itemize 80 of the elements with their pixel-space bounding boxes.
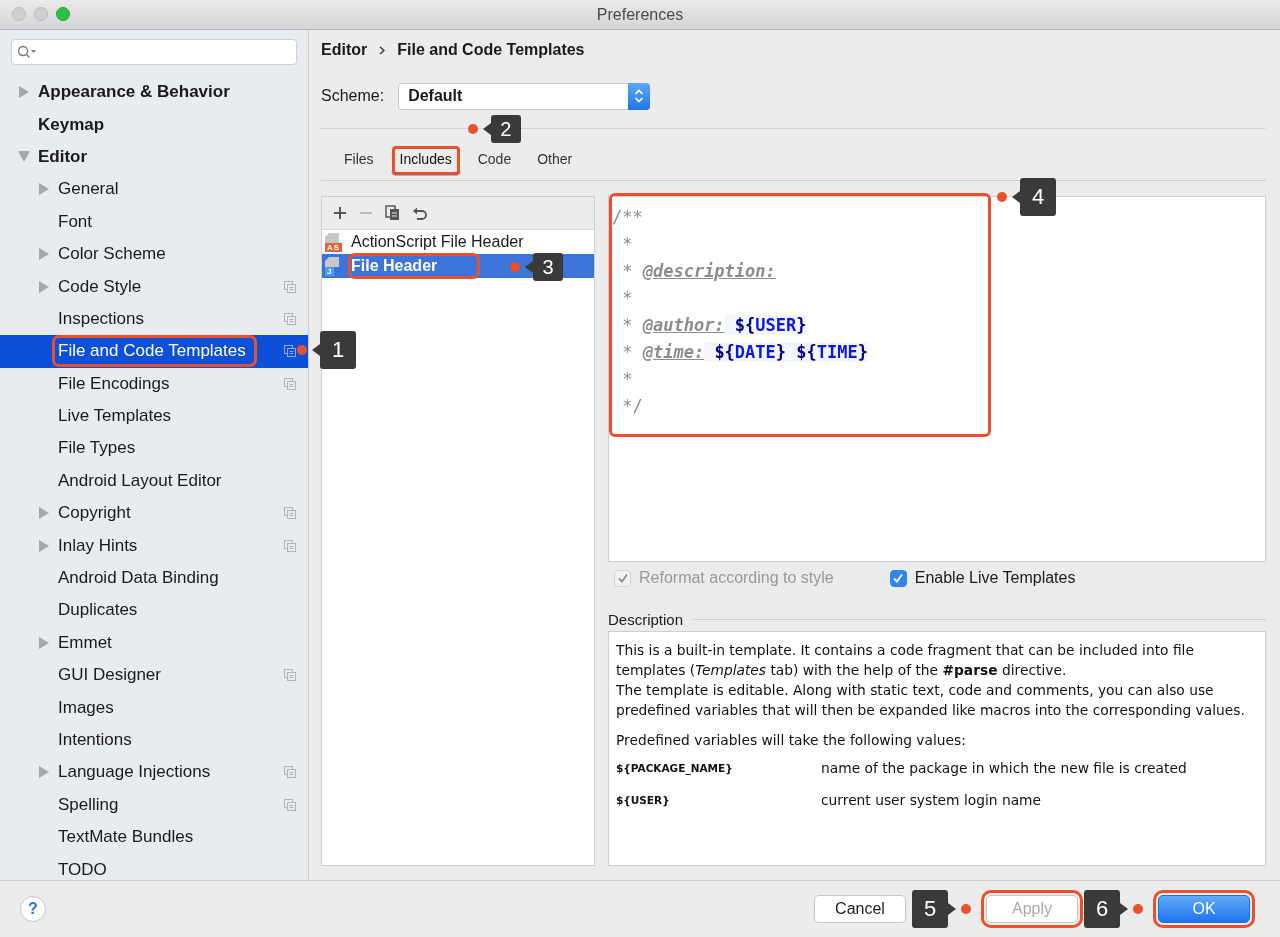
sidebar-item[interactable]: Live Templates <box>0 399 308 433</box>
code-line: /** <box>612 206 644 229</box>
add-icon[interactable] <box>333 206 347 220</box>
sidebar-item[interactable]: GUI Designer <box>0 659 308 692</box>
code-line: * <box>621 368 634 391</box>
minimize-button[interactable] <box>34 7 48 21</box>
breadcrumb-item: File and Code Templates <box>397 41 585 59</box>
sidebar-item[interactable]: File Encodings <box>0 367 308 400</box>
sidebar-item[interactable]: Copyright <box>0 497 308 530</box>
sidebar-item[interactable]: TODO <box>0 853 308 886</box>
sidebar-item[interactable]: Android Data Binding <box>0 561 308 595</box>
search-icon <box>17 45 37 59</box>
sidebar-item[interactable]: Code Style <box>0 270 308 303</box>
code-line: * @author: ${USER} <box>621 314 808 337</box>
scheme-dropdown[interactable]: Default <box>398 82 651 110</box>
checkbox-label: Reformat according to style <box>639 569 834 587</box>
sidebar-item[interactable]: Inlay Hints <box>0 529 308 562</box>
checkbox-label: Enable Live Templates <box>914 569 1076 587</box>
up-down-chevron-icon <box>634 88 645 104</box>
copy-icon[interactable] <box>385 205 400 221</box>
checkbox[interactable] <box>889 569 907 587</box>
scheme-label: Scheme: <box>321 87 385 105</box>
sidebar-item[interactable]: Spelling <box>0 788 308 821</box>
variable-description: current user system login name <box>821 791 1042 810</box>
expand-arrow-icon[interactable] <box>18 86 29 99</box>
breadcrumb-item[interactable]: Editor <box>321 41 368 59</box>
description-text: Predefined variables will take the following values: <box>616 731 967 750</box>
sidebar-item[interactable]: TextMate Bundles <box>0 821 308 854</box>
variable-description: name of the package in which the new file is created <box>821 759 1187 778</box>
tab[interactable]: Other <box>528 145 582 176</box>
expand-arrow-icon[interactable] <box>38 539 49 552</box>
file-type-badge: J <box>325 266 335 276</box>
file-type-badge: AS <box>325 242 343 252</box>
sidebar-item[interactable]: Language Injections <box>0 756 308 789</box>
sidebar-item[interactable]: Keymap <box>0 108 308 141</box>
sidebar-item[interactable]: File Types <box>0 432 308 465</box>
expand-arrow-icon[interactable] <box>38 636 49 649</box>
search-field[interactable] <box>11 39 297 65</box>
document-icon <box>325 232 339 243</box>
tab[interactable]: Code <box>468 145 521 176</box>
expand-arrow-icon[interactable] <box>38 280 49 293</box>
undo-icon[interactable] <box>412 206 428 220</box>
checkmark-icon <box>616 572 629 584</box>
sidebar-item[interactable]: Intentions <box>0 723 308 757</box>
help-button[interactable]: ? <box>20 896 46 922</box>
close-button[interactable] <box>12 7 26 21</box>
description-text: This is a built-in template. It contains a code fragment that can be included into file templates (Templates tab) with the help of the #parse directive. <box>616 641 1195 680</box>
sidebar-item[interactable]: File and Code Templates <box>0 335 308 368</box>
document-icon <box>325 256 339 267</box>
zoom-button[interactable] <box>56 7 70 21</box>
variable-name: ${USER} <box>616 793 671 809</box>
tab[interactable]: Includes <box>390 145 461 176</box>
code-line: * <box>621 287 634 310</box>
section-title: Description <box>608 610 684 628</box>
sidebar-item[interactable]: Appearance & Behavior <box>0 76 308 109</box>
dialog-button[interactable]: Cancel <box>814 895 906 923</box>
description-text: The template is editable. Along with static text, code and comments, you can also use predefined variables that will then be expanded like macros into the corresponding values. <box>616 681 1246 720</box>
sidebar-item[interactable]: Emmet <box>0 626 308 660</box>
checkmark-icon <box>892 572 905 584</box>
sidebar-item[interactable]: General <box>0 173 308 206</box>
sidebar-item[interactable]: Images <box>0 691 308 724</box>
code-line: * @time: ${DATE} ${TIME} <box>621 341 869 364</box>
chevron-right-icon <box>379 45 386 55</box>
sidebar-item[interactable]: Android Layout Editor <box>0 464 308 498</box>
expand-arrow-icon[interactable] <box>38 766 49 779</box>
template-item[interactable]: AS ActionScript File Header <box>322 230 594 254</box>
sidebar-item[interactable]: Duplicates <box>0 594 308 627</box>
tab[interactable]: Files <box>335 145 383 176</box>
expand-arrow-icon[interactable] <box>38 183 49 196</box>
code-line: * <box>621 233 634 256</box>
code-line: */ <box>621 395 644 418</box>
sidebar-item[interactable]: Editor <box>0 140 308 174</box>
variable-name: ${PACKAGE_NAME} <box>616 761 734 777</box>
window-title: Preferences <box>596 5 684 24</box>
collapse-arrow-icon[interactable] <box>18 151 30 163</box>
expand-arrow-icon[interactable] <box>38 507 49 520</box>
sidebar-item[interactable]: Color Scheme <box>0 237 308 271</box>
expand-arrow-icon[interactable] <box>38 248 49 261</box>
code-line: * @description: <box>621 260 777 283</box>
sidebar-item[interactable]: Font <box>0 205 308 238</box>
